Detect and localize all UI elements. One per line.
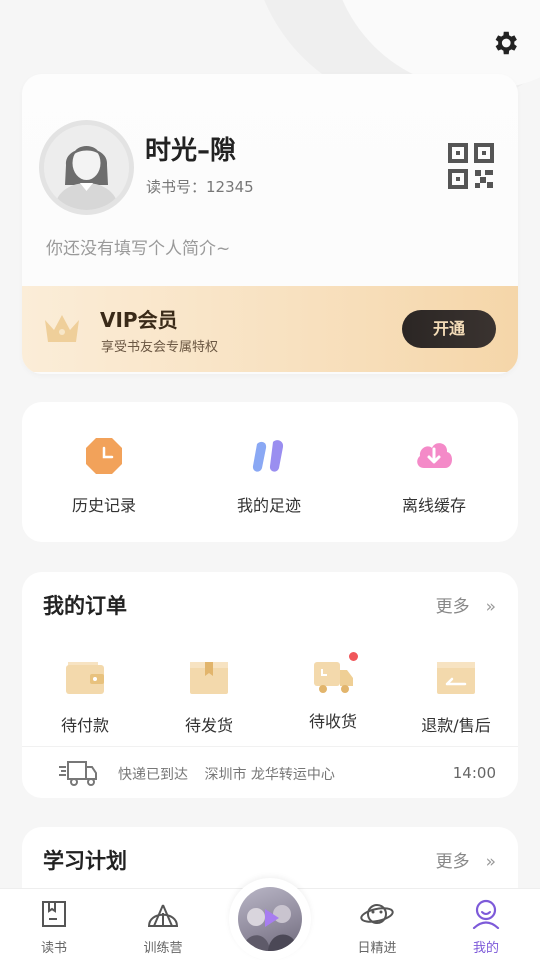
- tab-mine[interactable]: 我的: [446, 899, 526, 956]
- tool-label: 我的足迹: [236, 496, 301, 515]
- tab-label: 日精进: [357, 941, 397, 956]
- divider: [22, 746, 518, 747]
- tool-offline-cache[interactable]: 离线缓存: [359, 436, 509, 516]
- order-pending-receipt[interactable]: 待收货: [278, 652, 388, 732]
- quick-tools-card: 历史记录 我的足迹 离线缓存: [22, 402, 518, 542]
- profile-icon: [472, 899, 500, 930]
- tab-daily[interactable]: 日精进: [337, 899, 417, 956]
- refund-icon: [437, 662, 475, 694]
- profile-card: 时光–隙 读书号：12345 你还没有填写个人简介~ VIP会员 享受书友会专属…: [22, 74, 518, 374]
- vip-open-button[interactable]: 开通: [402, 310, 496, 348]
- read-number: 读书号：12345: [146, 178, 254, 196]
- more-label: 更多: [435, 597, 470, 617]
- tool-footprint[interactable]: 我的足迹: [194, 436, 344, 516]
- truck-icon: [314, 662, 353, 693]
- crown-icon: [45, 315, 79, 342]
- tool-history[interactable]: 历史记录: [29, 436, 179, 516]
- double-chevron-right-icon: »: [485, 852, 496, 872]
- orders-title: 我的订单: [43, 594, 127, 618]
- tool-label: 历史记录: [71, 496, 136, 515]
- user-name: 时光–隙: [145, 136, 237, 166]
- orders-card: 我的订单 更多 » 待付款 待发货 待收货 退款/售后 快递已到达 深圳市 龙华转…: [22, 572, 518, 798]
- order-label: 待发货: [184, 716, 233, 735]
- avatar[interactable]: [39, 120, 134, 215]
- tab-label: 训练营: [143, 941, 183, 956]
- order-label: 待收货: [308, 712, 357, 731]
- center-play-button[interactable]: [229, 878, 311, 960]
- study-more-link[interactable]: 更多 »: [436, 847, 496, 872]
- order-pending-shipment[interactable]: 待发货: [154, 658, 264, 736]
- tab-label: 读书: [40, 941, 67, 956]
- notification-dot: [349, 652, 358, 661]
- order-label: 待付款: [60, 716, 109, 735]
- order-refund[interactable]: 退款/售后: [401, 658, 511, 736]
- double-chevron-right-icon: »: [485, 597, 496, 617]
- default-avatar-icon: [44, 125, 129, 210]
- vip-banner[interactable]: VIP会员 享受书友会专属特权 开通: [22, 286, 518, 372]
- orders-more-link[interactable]: 更多 »: [436, 592, 496, 617]
- tab-label: 我的: [472, 941, 499, 956]
- camp-tent-icon: [147, 904, 179, 927]
- footprint-icon: [252, 440, 284, 472]
- book-icon: [42, 901, 66, 927]
- play-icon: [242, 905, 298, 951]
- tab-reading[interactable]: 读书: [14, 899, 94, 956]
- vip-subtitle: 享受书友会专属特权: [101, 340, 219, 355]
- delivery-status: 快递已到达: [118, 767, 188, 783]
- delivery-truck-icon: [59, 761, 97, 786]
- gear-icon[interactable]: [490, 28, 520, 58]
- vip-title: VIP会员: [100, 308, 178, 332]
- more-label: 更多: [435, 852, 470, 872]
- delivery-time: 14:00: [452, 764, 496, 782]
- center-video-thumbnail: [238, 887, 302, 951]
- history-clock-icon: [86, 438, 122, 474]
- planet-icon: [360, 904, 394, 924]
- delivery-info[interactable]: 快递已到达 深圳市 龙华转运中心: [118, 764, 347, 784]
- delivery-location: 深圳市 龙华转运中心: [204, 767, 335, 783]
- order-pending-payment[interactable]: 待付款: [30, 658, 140, 736]
- cloud-download-icon: [417, 443, 453, 468]
- package-icon: [190, 662, 228, 694]
- study-title: 学习计划: [43, 849, 127, 873]
- order-label: 退款/售后: [421, 716, 491, 735]
- qr-code-icon[interactable]: [447, 142, 495, 190]
- tab-camp[interactable]: 训练营: [123, 899, 203, 956]
- tool-label: 离线缓存: [401, 496, 466, 515]
- bio-text[interactable]: 你还没有填写个人简介~: [46, 234, 230, 259]
- wallet-icon: [66, 662, 104, 694]
